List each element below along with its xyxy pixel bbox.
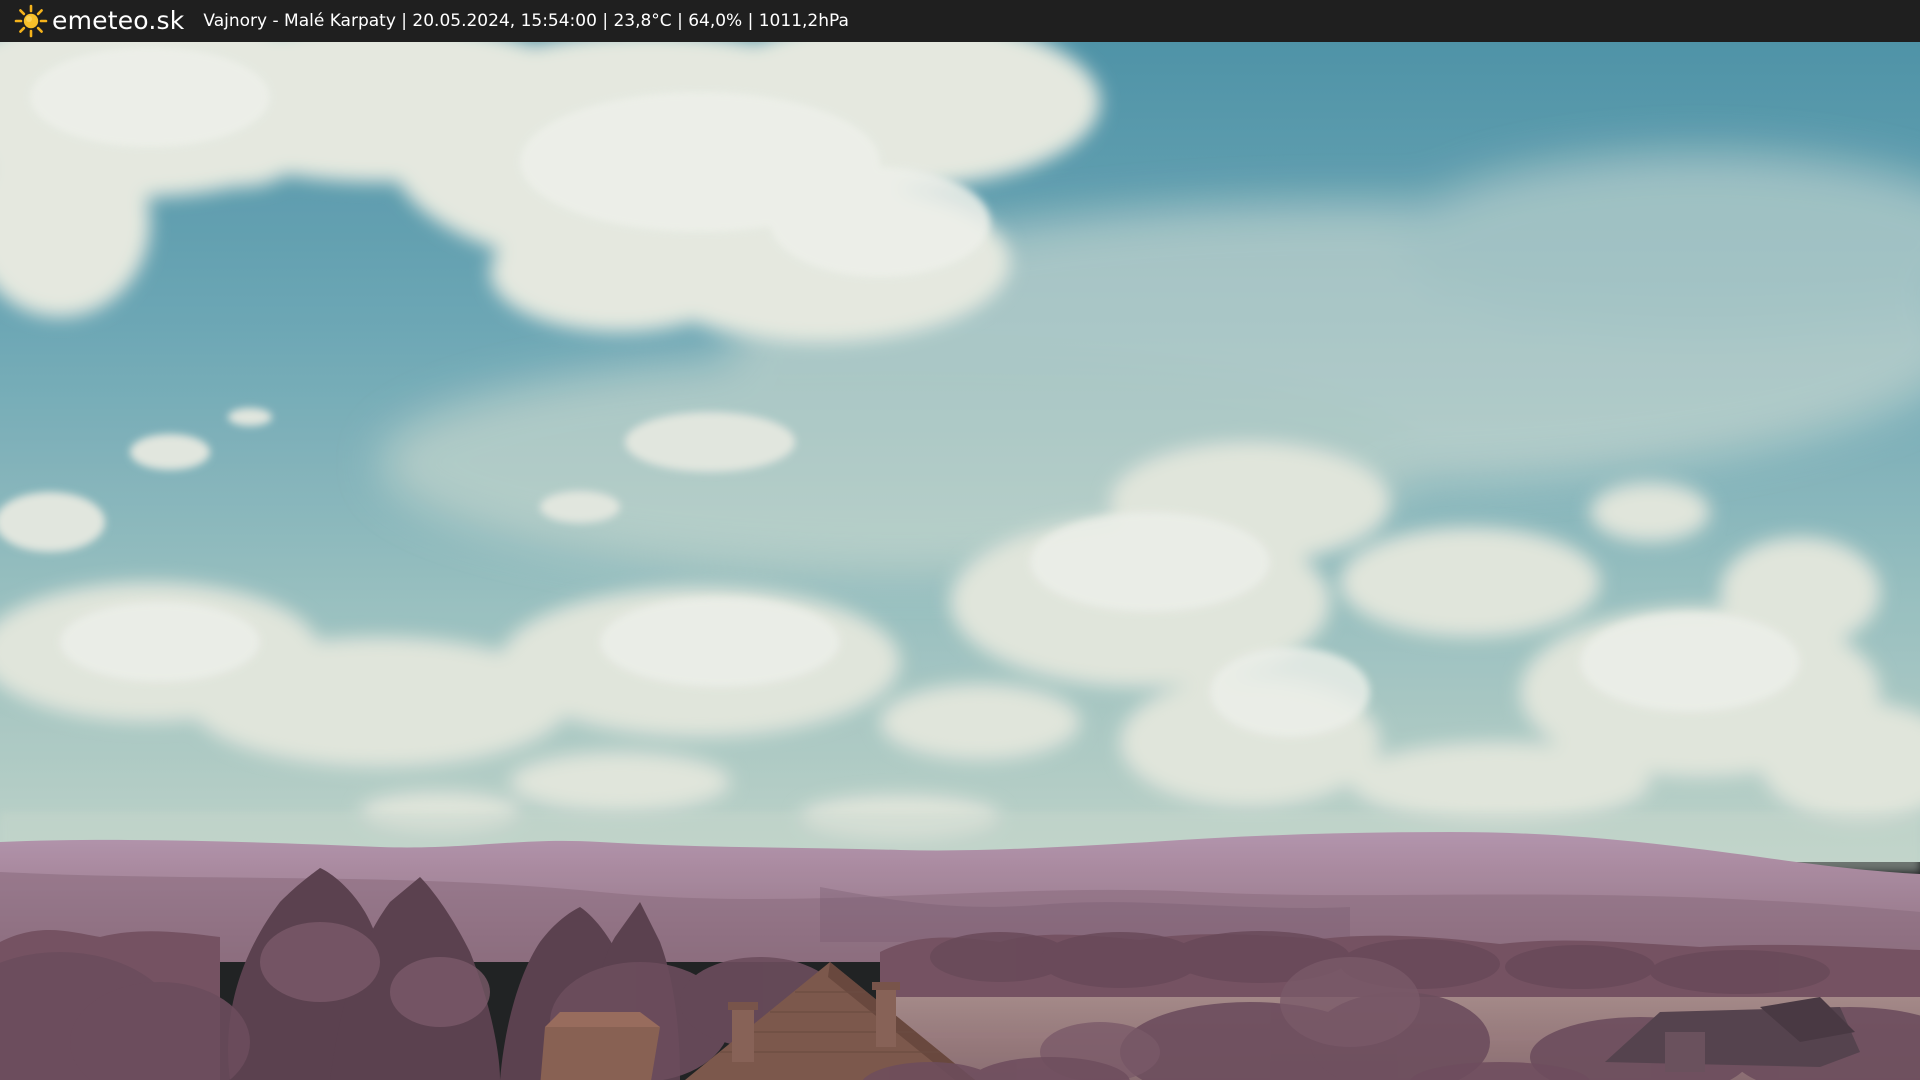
brand-logo-link[interactable]: emeteo.sk bbox=[14, 0, 184, 42]
webcam-image bbox=[0, 42, 1920, 1080]
brand-name: emeteo.sk bbox=[52, 6, 185, 35]
header-bar: emeteo.sk Vajnory - Malé Karpaty | 20.05… bbox=[0, 0, 1920, 42]
sun-icon bbox=[14, 4, 48, 38]
station-info-text: Vajnory - Malé Karpaty | 20.05.2024, 15:… bbox=[203, 11, 849, 31]
webcam-viewport: emeteo.sk Vajnory - Malé Karpaty | 20.05… bbox=[0, 0, 1920, 1080]
